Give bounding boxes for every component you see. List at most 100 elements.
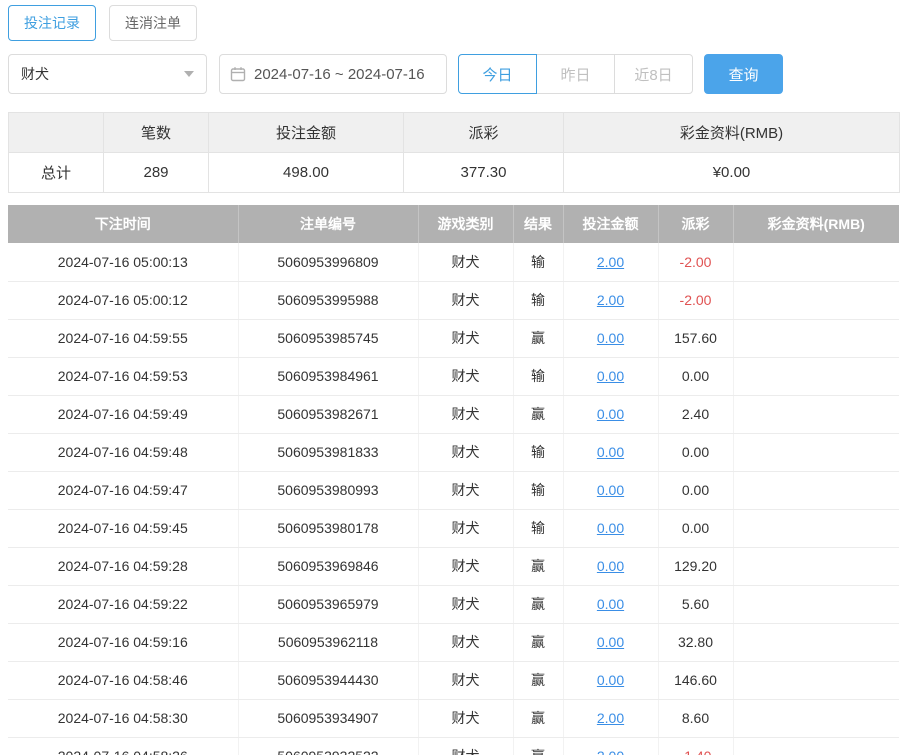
last-8-days-button[interactable]: 近8日 — [614, 54, 693, 94]
cell-bonus — [733, 585, 899, 624]
summary-table: 笔数 投注金额 派彩 彩金资料(RMB) 总计 289 498.00 377.3… — [8, 112, 900, 193]
summary-header-payout: 派彩 — [403, 112, 564, 153]
bet-amount-link[interactable]: 0.00 — [597, 406, 624, 422]
cell-bonus — [733, 737, 899, 755]
cell-order-number: 5060953969846 — [238, 547, 419, 586]
bet-amount-link[interactable]: 0.00 — [597, 672, 624, 688]
cell-game-type: 财犬 — [418, 699, 514, 738]
cell-order-number: 5060953980993 — [238, 471, 419, 510]
cell-payout: 2.40 — [658, 395, 734, 434]
cell-bet-amount: 0.00 — [563, 623, 659, 662]
bet-amount-link[interactable]: 0.00 — [597, 634, 624, 650]
bet-amount-link[interactable]: 0.00 — [597, 444, 624, 460]
cell-bet-time: 2024-07-16 04:59:45 — [8, 509, 239, 548]
cell-order-number: 5060953965979 — [238, 585, 419, 624]
cell-bet-amount: 0.00 — [563, 319, 659, 358]
cell-bet-time: 2024-07-16 04:59:55 — [8, 319, 239, 358]
cell-bonus — [733, 243, 899, 282]
summary-header-bet-amount: 投注金额 — [208, 112, 404, 153]
cell-game-type: 财犬 — [418, 281, 514, 320]
header-bet-time: 下注时间 — [8, 205, 239, 243]
summary-header-blank — [8, 112, 104, 153]
date-range-value: 2024-07-16 ~ 2024-07-16 — [254, 65, 425, 83]
date-range-input[interactable]: 2024-07-16 ~ 2024-07-16 — [219, 54, 447, 94]
tab-cancelled-orders[interactable]: 连消注单 — [109, 5, 197, 41]
cell-bet-amount: 0.00 — [563, 357, 659, 396]
cell-bet-time: 2024-07-16 05:00:12 — [8, 281, 239, 320]
cell-result: 赢 — [513, 623, 564, 662]
cell-payout: -2.00 — [658, 281, 734, 320]
cell-bet-amount: 0.00 — [563, 661, 659, 700]
bet-amount-link[interactable]: 0.00 — [597, 368, 624, 384]
cell-payout: -1.40 — [658, 737, 734, 755]
cell-payout: 32.80 — [658, 623, 734, 662]
cell-bonus — [733, 623, 899, 662]
cell-game-type: 财犬 — [418, 585, 514, 624]
cell-game-type: 财犬 — [418, 509, 514, 548]
cell-payout: 157.60 — [658, 319, 734, 358]
yesterday-button[interactable]: 昨日 — [536, 54, 615, 94]
cell-result: 输 — [513, 357, 564, 396]
bet-table-body: 2024-07-16 05:00:13 5060953996809 财犬 输 2… — [8, 243, 899, 755]
cell-bet-time: 2024-07-16 04:59:48 — [8, 433, 239, 472]
bet-amount-link[interactable]: 0.00 — [597, 482, 624, 498]
bet-amount-link[interactable]: 0.00 — [597, 596, 624, 612]
cell-order-number: 5060953985745 — [238, 319, 419, 358]
cell-result: 赢 — [513, 737, 564, 755]
cell-payout: 146.60 — [658, 661, 734, 700]
cell-bonus — [733, 699, 899, 738]
cell-bet-time: 2024-07-16 04:59:22 — [8, 585, 239, 624]
cell-result: 赢 — [513, 699, 564, 738]
bet-amount-link[interactable]: 2.00 — [597, 254, 624, 270]
cell-result: 输 — [513, 281, 564, 320]
betting-records-page: 投注记录 连消注单 财犬 2024-07-16 ~ 2024-07-16 今日 … — [0, 0, 907, 755]
bet-amount-link[interactable]: 0.00 — [597, 330, 624, 346]
table-row: 2024-07-16 04:59:22 5060953965979 财犬 赢 0… — [8, 585, 899, 624]
cell-bonus — [733, 319, 899, 358]
bet-amount-link[interactable]: 2.00 — [597, 292, 624, 308]
cell-order-number: 5060953932522 — [238, 737, 419, 755]
search-button[interactable]: 查询 — [704, 54, 783, 94]
bet-amount-link[interactable]: 0.00 — [597, 558, 624, 574]
header-order-number: 注单编号 — [238, 205, 419, 243]
cell-bet-time: 2024-07-16 04:59:47 — [8, 471, 239, 510]
header-game-type: 游戏类别 — [418, 205, 514, 243]
quick-date-group: 今日 昨日 近8日 — [458, 54, 693, 94]
cell-payout: 8.60 — [658, 699, 734, 738]
cell-bet-amount: 2.00 — [563, 281, 659, 320]
cell-bet-time: 2024-07-16 04:59:53 — [8, 357, 239, 396]
today-button[interactable]: 今日 — [458, 54, 537, 94]
bet-amount-link[interactable]: 2.00 — [597, 710, 624, 726]
cell-bet-time: 2024-07-16 04:58:30 — [8, 699, 239, 738]
tab-betting-records[interactable]: 投注记录 — [8, 5, 96, 41]
cell-game-type: 财犬 — [418, 661, 514, 700]
table-row: 2024-07-16 04:59:49 5060953982671 财犬 赢 0… — [8, 395, 899, 434]
game-select[interactable]: 财犬 — [8, 54, 207, 94]
bet-amount-link[interactable]: 0.00 — [597, 520, 624, 536]
cell-bet-time: 2024-07-16 05:00:13 — [8, 243, 239, 282]
bet-amount-link[interactable]: 2.00 — [597, 748, 624, 755]
filter-bar: 财犬 2024-07-16 ~ 2024-07-16 今日 昨日 近8日 查询 — [8, 54, 899, 94]
summary-total-count: 289 — [103, 152, 209, 193]
cell-result: 输 — [513, 243, 564, 282]
cell-bet-amount: 0.00 — [563, 433, 659, 472]
header-payout: 派彩 — [658, 205, 734, 243]
cell-game-type: 财犬 — [418, 433, 514, 472]
cell-bet-amount: 0.00 — [563, 509, 659, 548]
cell-result: 赢 — [513, 319, 564, 358]
cell-result: 赢 — [513, 395, 564, 434]
cell-order-number: 5060953944430 — [238, 661, 419, 700]
cell-result: 输 — [513, 509, 564, 548]
cell-bonus — [733, 281, 899, 320]
cell-order-number: 5060953981833 — [238, 433, 419, 472]
summary-total-bonus: ¥0.00 — [563, 152, 900, 193]
cell-game-type: 财犬 — [418, 547, 514, 586]
cell-result: 赢 — [513, 547, 564, 586]
cell-bet-amount: 0.00 — [563, 471, 659, 510]
cell-bet-time: 2024-07-16 04:59:49 — [8, 395, 239, 434]
cell-order-number: 5060953982671 — [238, 395, 419, 434]
table-row: 2024-07-16 04:58:30 5060953934907 财犬 赢 2… — [8, 699, 899, 738]
cell-game-type: 财犬 — [418, 395, 514, 434]
table-row: 2024-07-16 05:00:13 5060953996809 财犬 输 2… — [8, 243, 899, 282]
cell-game-type: 财犬 — [418, 319, 514, 358]
